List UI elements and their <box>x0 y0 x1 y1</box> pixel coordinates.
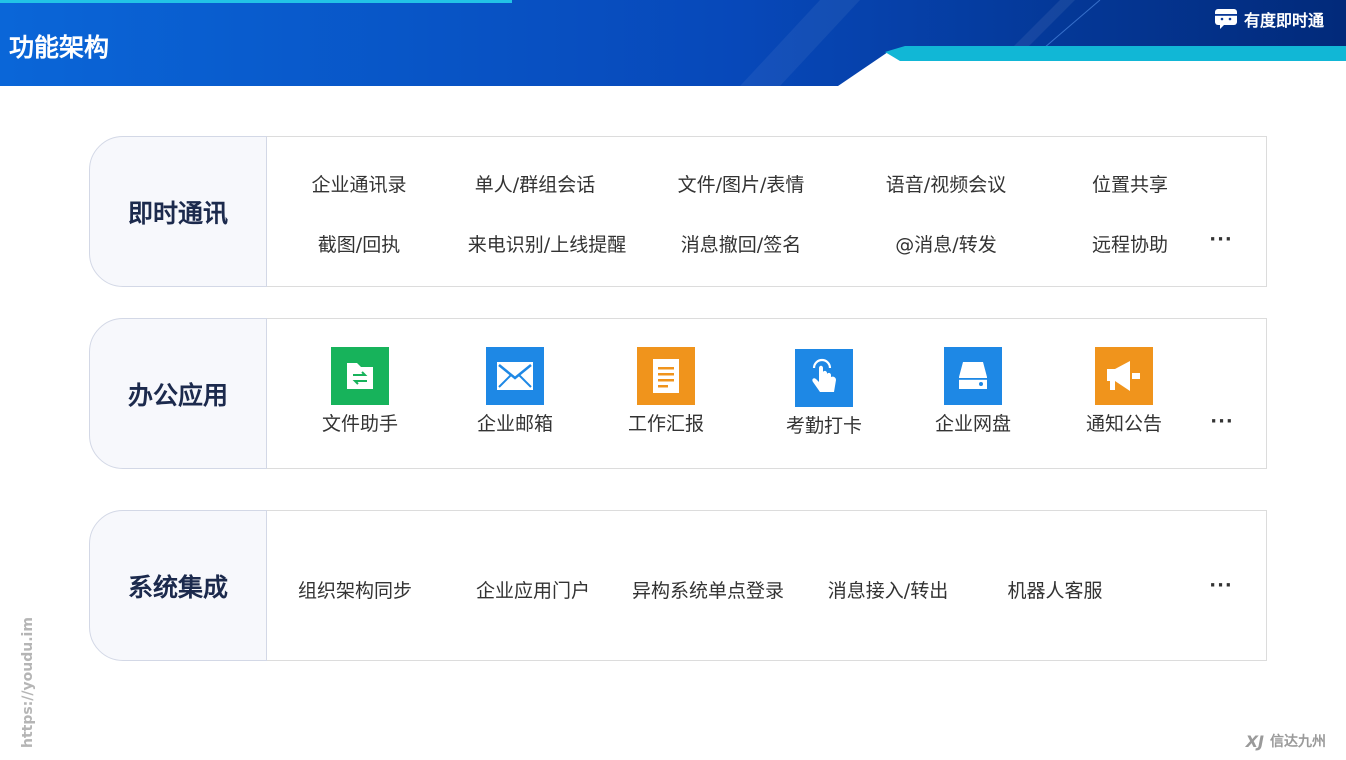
company-logo: XJ 信达九州 <box>1246 731 1326 751</box>
feature-item: 机器人客服 <box>1007 580 1103 602</box>
brand-logo: 有度即时通 <box>1214 7 1324 31</box>
feature-item: 语音/视频会议 <box>885 174 1007 196</box>
section-content: 组织架构同步 企业应用门户 异构系统单点登录 消息接入/转出 机器人客服 ··· <box>267 510 1267 661</box>
feature-item: 组织架构同步 <box>297 580 413 602</box>
disk-icon <box>944 347 1002 405</box>
brand-name: 有度即时通 <box>1243 11 1324 30</box>
section-instant-messaging: 即时通讯 企业通讯录 单人/群组会话 文件/图片/表情 语音/视频会议 位置共享… <box>89 136 1267 287</box>
header-background <box>0 0 1346 86</box>
section-content: 文件助手 企业邮箱 工作汇报 考勤打卡 企业网盘 通知公告 ··· <box>267 318 1267 469</box>
section-label: 即时通讯 <box>89 136 267 287</box>
feature-item: 企业通讯录 <box>311 174 407 196</box>
file-transfer-icon <box>331 347 389 405</box>
more-ellipsis: ··· <box>1210 411 1234 432</box>
app-label: 考勤打卡 <box>785 415 862 437</box>
company-name: 信达九州 <box>1270 734 1326 750</box>
app-enterprise-mail[interactable]: 企业邮箱 <box>460 347 570 436</box>
app-attendance[interactable]: 考勤打卡 <box>769 349 879 438</box>
feature-item: 单人/群组会话 <box>474 174 596 196</box>
app-label: 企业网盘 <box>934 413 1011 435</box>
app-label: 通知公告 <box>1085 413 1162 435</box>
app-label: 文件助手 <box>321 413 398 435</box>
feature-item: 消息接入/转出 <box>827 580 949 602</box>
feature-item: 异构系统单点登录 <box>631 580 785 602</box>
app-label: 企业邮箱 <box>476 413 553 435</box>
app-label: 工作汇报 <box>627 413 704 435</box>
more-ellipsis: ··· <box>1209 229 1233 250</box>
section-label: 办公应用 <box>89 318 267 469</box>
app-work-report[interactable]: 工作汇报 <box>611 347 721 436</box>
feature-item: 远程协助 <box>1091 234 1169 256</box>
feature-item: 来电识别/上线提醒 <box>467 234 627 256</box>
app-notice[interactable]: 通知公告 <box>1069 347 1179 436</box>
feature-item: 企业应用门户 <box>475 580 591 602</box>
section-office-apps: 办公应用 文件助手 企业邮箱 工作汇报 考勤打卡 企业网盘 通知公告 ··· <box>89 318 1267 469</box>
page-title: 功能架构 <box>9 33 110 62</box>
tap-hand-icon <box>795 349 853 407</box>
company-mark: XJ <box>1245 731 1264 751</box>
section-system-integration: 系统集成 组织架构同步 企业应用门户 异构系统单点登录 消息接入/转出 机器人客… <box>89 510 1267 661</box>
feature-item: 位置共享 <box>1091 174 1169 196</box>
feature-item: 截图/回执 <box>317 234 401 256</box>
website-url: https://youdu.im <box>20 617 36 748</box>
chat-bubble-icon <box>1214 9 1237 29</box>
feature-item: @消息/转发 <box>895 234 997 256</box>
report-icon <box>637 347 695 405</box>
section-content: 企业通讯录 单人/群组会话 文件/图片/表情 语音/视频会议 位置共享 截图/回… <box>267 136 1267 287</box>
more-ellipsis: ··· <box>1209 575 1233 596</box>
feature-item: 消息撤回/签名 <box>680 234 802 256</box>
megaphone-icon <box>1095 347 1153 405</box>
header-banner: 功能架构 有度即时通 <box>0 0 1346 86</box>
section-label: 系统集成 <box>89 510 267 661</box>
app-enterprise-disk[interactable]: 企业网盘 <box>918 347 1028 436</box>
app-file-assistant[interactable]: 文件助手 <box>305 347 415 436</box>
mail-icon <box>486 347 544 405</box>
feature-item: 文件/图片/表情 <box>677 174 805 196</box>
